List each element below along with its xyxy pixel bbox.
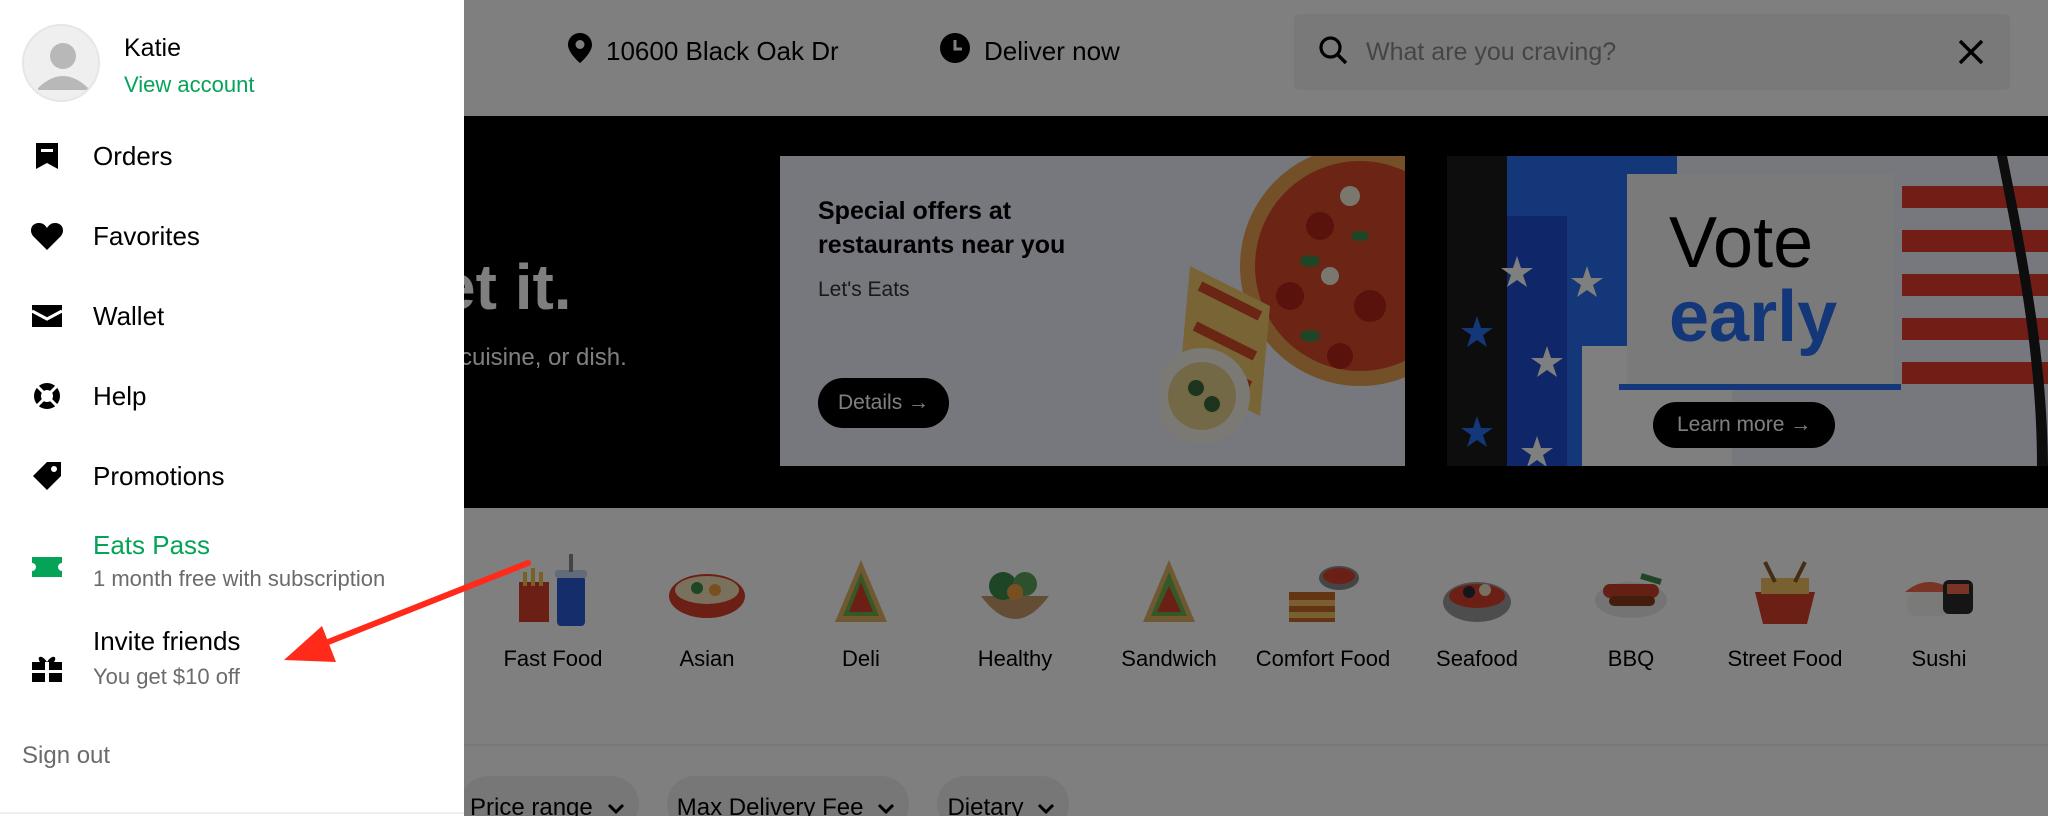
gift-icon xyxy=(30,650,64,684)
menu-item-label: Wallet xyxy=(93,300,165,331)
menu-item-orders[interactable]: Orders xyxy=(0,124,464,188)
menu-item-sublabel: You get $10 off xyxy=(93,664,240,689)
lifebuoy-icon xyxy=(30,379,64,413)
menu-item-label: Favorites xyxy=(93,220,200,251)
menu-item-favorites[interactable]: Favorites xyxy=(0,204,464,268)
user-name: Katie xyxy=(124,34,181,62)
heart-icon xyxy=(30,219,64,253)
menu-item-invite-friends[interactable]: Invite friends You get $10 off xyxy=(0,626,464,706)
menu-item-help[interactable]: Help xyxy=(0,364,464,428)
menu-item-label: Help xyxy=(93,380,147,411)
user-avatar-icon xyxy=(38,43,88,90)
menu-item-label: Promotions xyxy=(93,460,225,491)
drawer-divider xyxy=(0,812,464,814)
menu-item-eats-pass[interactable]: Eats Pass 1 month free with subscription xyxy=(0,530,464,606)
menu-item-label: Eats Pass xyxy=(93,530,211,560)
view-account-link[interactable]: View account xyxy=(124,72,254,98)
sign-out-link[interactable]: Sign out xyxy=(22,742,110,770)
avatar[interactable] xyxy=(22,24,100,102)
menu-item-wallet[interactable]: Wallet xyxy=(0,284,464,348)
menu-item-sublabel: 1 month free with subscription xyxy=(93,566,386,591)
menu-item-label: Invite friends xyxy=(93,626,241,656)
wallet-icon xyxy=(30,299,64,333)
profile-section: Katie View account xyxy=(22,24,254,102)
receipt-icon xyxy=(30,139,64,173)
account-drawer: Katie View account Orders Favorites Wall… xyxy=(0,0,464,816)
tag-icon xyxy=(30,459,64,493)
menu-item-promotions[interactable]: Promotions xyxy=(0,444,464,508)
ticket-icon xyxy=(30,550,64,584)
menu-item-label: Orders xyxy=(93,140,173,171)
